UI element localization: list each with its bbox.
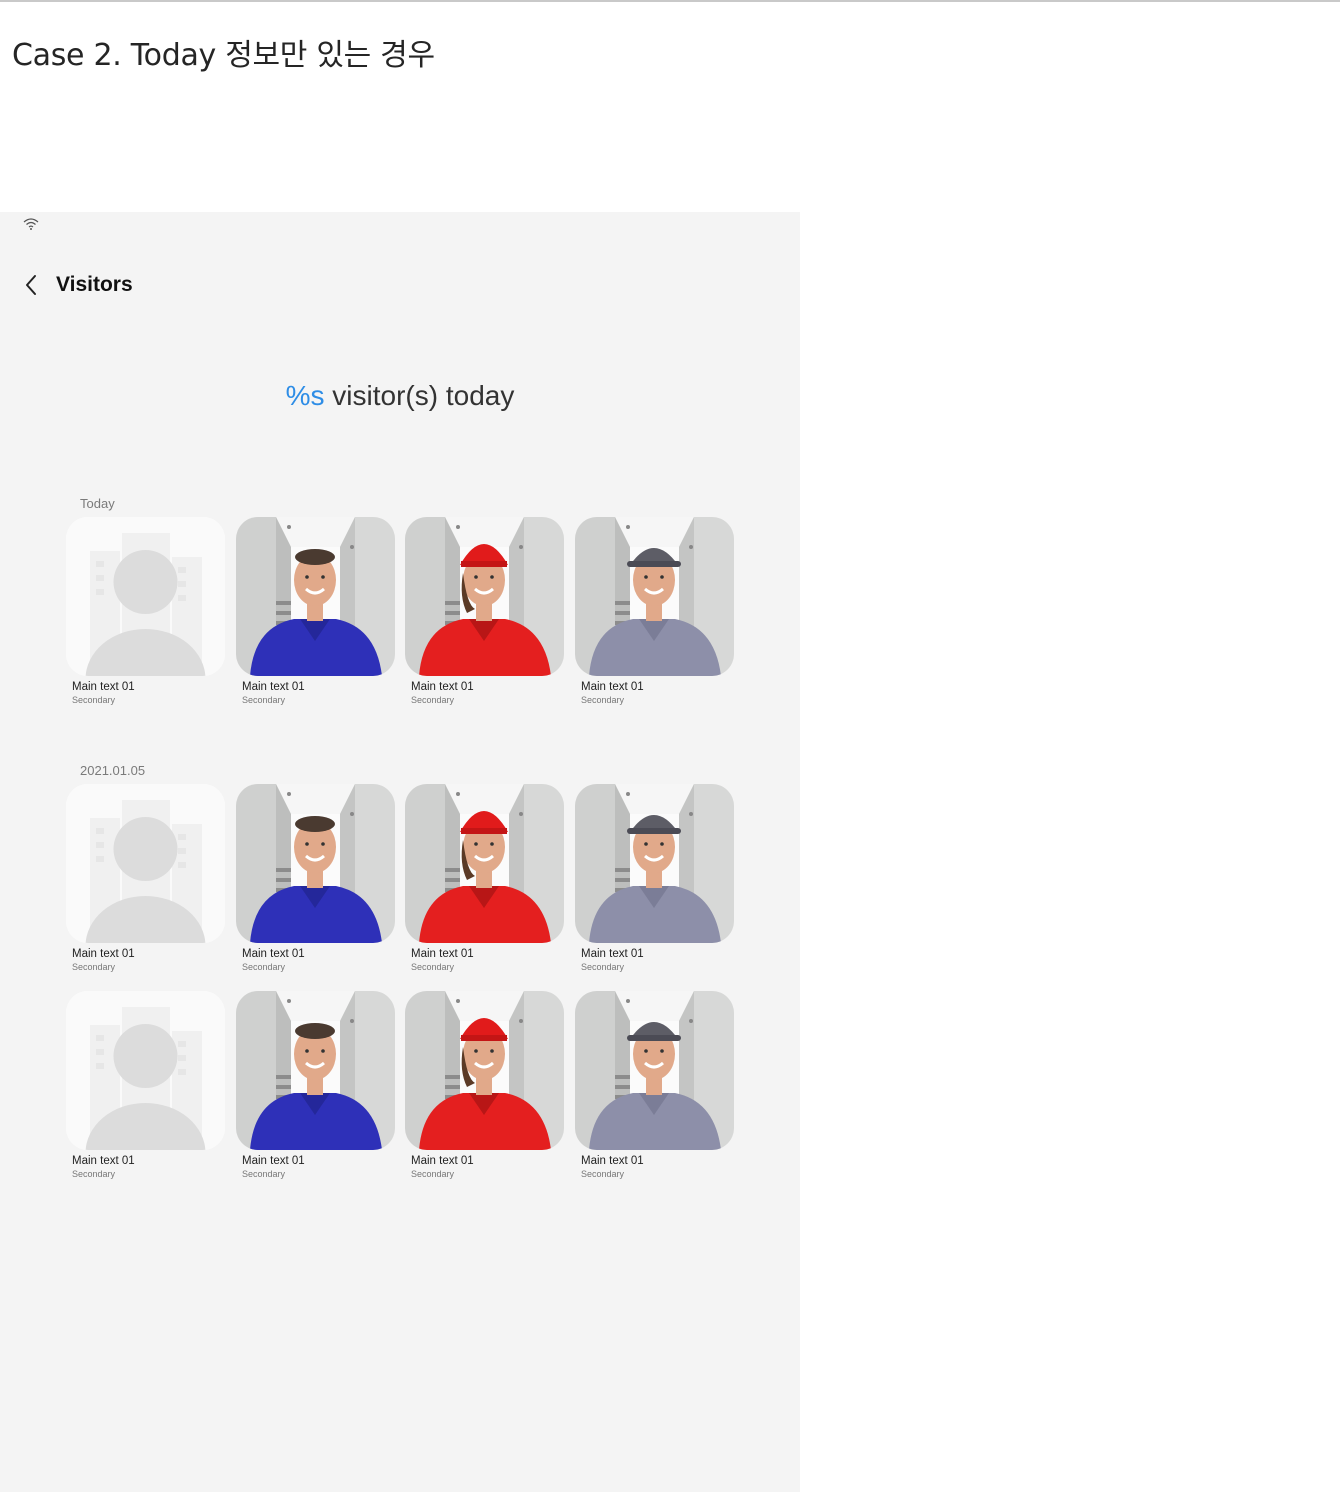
tile-main-text: Main text 01 <box>72 681 135 693</box>
tile-main-text: Main text 01 <box>581 681 644 693</box>
tile-main-text: Main text 01 <box>411 681 474 693</box>
visitor-tile[interactable]: Main text 01 Secondary <box>405 784 564 973</box>
visitor-photo[interactable] <box>236 517 395 676</box>
app-bar: Visitors <box>0 266 800 306</box>
visitor-tile[interactable]: Main text 01 Secondary <box>66 991 225 1180</box>
visitor-tile[interactable]: Main text 01 Secondary <box>405 991 564 1180</box>
avatar-placeholder-icon[interactable] <box>66 517 225 676</box>
tile-main-text: Main text 01 <box>581 1155 644 1167</box>
visitor-photo[interactable] <box>236 991 395 1150</box>
tile-main-text: Main text 01 <box>72 948 135 960</box>
visitor-summary-text: visitor(s) today <box>324 380 515 411</box>
tile-main-text: Main text 01 <box>242 681 305 693</box>
tile-secondary-text: Secondary <box>72 695 116 705</box>
tile-secondary-text: Secondary <box>242 695 286 705</box>
visitor-photo[interactable] <box>405 784 564 943</box>
visitor-tile[interactable]: Main text 01 Secondary <box>575 991 734 1180</box>
section-label-date: 2021.01.05 <box>80 763 146 778</box>
tile-main-text: Main text 01 <box>242 948 305 960</box>
tile-secondary-text: Secondary <box>581 1169 625 1179</box>
tile-secondary-text: Secondary <box>242 962 286 972</box>
tile-secondary-text: Secondary <box>72 962 116 972</box>
top-divider <box>0 0 1340 2</box>
visitor-tile[interactable]: Main text 01 Secondary <box>236 517 395 706</box>
avatar-placeholder-icon[interactable] <box>66 784 225 943</box>
visitor-photo[interactable] <box>575 517 734 676</box>
visitor-tile[interactable]: Main text 01 Secondary <box>236 784 395 973</box>
tile-secondary-text: Secondary <box>581 695 625 705</box>
tile-secondary-text: Secondary <box>72 1169 116 1179</box>
tile-secondary-text: Secondary <box>242 1169 286 1179</box>
back-button[interactable] <box>16 268 46 302</box>
visitor-photo[interactable] <box>236 784 395 943</box>
tile-secondary-text: Secondary <box>411 962 455 972</box>
page-title: Visitors <box>56 273 133 296</box>
tile-main-text: Main text 01 <box>72 1155 135 1167</box>
tile-secondary-text: Secondary <box>411 1169 455 1179</box>
device-screen: Visitors %s visitor(s) today Today 2021.… <box>0 212 800 1492</box>
visitor-tile[interactable]: Main text 01 Secondary <box>66 784 225 973</box>
section-label-today: Today <box>80 496 115 511</box>
tile-secondary-text: Secondary <box>581 962 625 972</box>
chevron-left-icon <box>26 275 36 295</box>
visitor-photo[interactable] <box>575 784 734 943</box>
case-title: Case 2. Today 정보만 있는 경우 <box>12 38 435 73</box>
visitor-tile[interactable]: Main text 01 Secondary <box>66 517 225 706</box>
visitor-tile[interactable]: Main text 01 Secondary <box>236 991 395 1180</box>
visitor-count: %s <box>285 380 325 411</box>
visitor-summary: %s visitor(s) today <box>0 380 800 412</box>
tile-main-text: Main text 01 <box>581 948 644 960</box>
visitor-tile[interactable]: Main text 01 Secondary <box>405 517 564 706</box>
visitor-tile[interactable]: Main text 01 Secondary <box>575 784 734 973</box>
tile-main-text: Main text 01 <box>242 1155 305 1167</box>
avatar-placeholder-icon[interactable] <box>66 991 225 1150</box>
visitor-photo[interactable] <box>405 517 564 676</box>
wifi-icon <box>22 217 40 231</box>
tile-secondary-text: Secondary <box>411 695 455 705</box>
visitor-tile[interactable]: Main text 01 Secondary <box>575 517 734 706</box>
visitor-photo[interactable] <box>405 991 564 1150</box>
tile-main-text: Main text 01 <box>411 1155 474 1167</box>
visitor-photo[interactable] <box>575 991 734 1150</box>
tile-main-text: Main text 01 <box>411 948 474 960</box>
